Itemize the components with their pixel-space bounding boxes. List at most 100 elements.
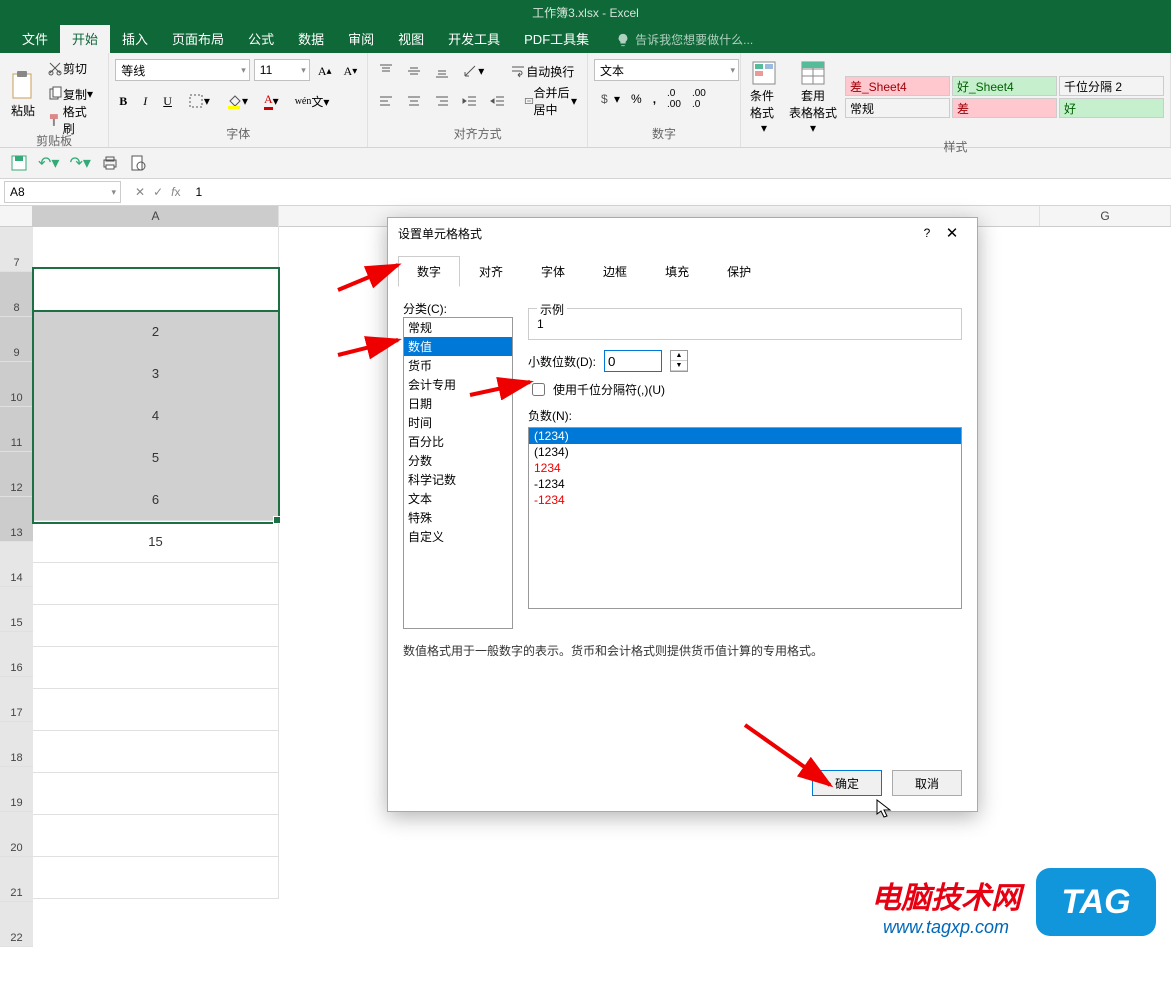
select-all-corner[interactable] (0, 206, 33, 227)
row-header-18[interactable]: 18 (0, 722, 33, 767)
shrink-font-button[interactable]: A▾ (340, 59, 362, 83)
cell-a7[interactable] (33, 226, 279, 269)
row-header-13[interactable]: 13 (0, 497, 33, 542)
align-right-button[interactable] (430, 89, 454, 113)
fill-color-button[interactable]: ▾ (222, 89, 252, 113)
font-size-combo[interactable]: 11 (254, 59, 310, 81)
formula-input[interactable]: 1 (190, 185, 1171, 199)
cell-a10[interactable]: 3 (33, 352, 279, 395)
undo-button[interactable]: ↶▾ (38, 153, 59, 173)
decimal-spinner[interactable]: ▲▼ (670, 350, 688, 372)
italic-button[interactable]: I (139, 89, 151, 113)
enter-formula-icon[interactable]: ✓ (153, 185, 163, 199)
tab-dev[interactable]: 开发工具 (436, 24, 512, 53)
cat-time[interactable]: 时间 (404, 413, 512, 432)
cell-a22[interactable] (33, 856, 279, 899)
neg-listbox[interactable]: (1234)(1234)1234-1234-1234 (528, 427, 962, 609)
fx-icon[interactable]: fx (171, 185, 180, 199)
print-icon[interactable] (101, 154, 119, 172)
paste-button[interactable]: 粘贴 (6, 67, 40, 122)
row-header-12[interactable]: 12 (0, 452, 33, 497)
row-header-20[interactable]: 20 (0, 812, 33, 857)
number-format-combo[interactable]: 文本 (594, 59, 739, 81)
cat-general[interactable]: 常规 (404, 318, 512, 337)
cut-button[interactable]: 剪切 (43, 56, 102, 80)
cell-a14[interactable]: 15 (33, 520, 279, 563)
name-box[interactable]: A8 (4, 181, 121, 203)
cond-format-button[interactable]: 条件格式▾ (747, 56, 781, 138)
indent-dec-button[interactable] (458, 89, 482, 113)
row-header-14[interactable]: 14 (0, 542, 33, 587)
cell-a17[interactable] (33, 646, 279, 689)
neg-item-1[interactable]: (1234) (529, 444, 961, 460)
cell-a15[interactable] (33, 562, 279, 605)
style-bad[interactable]: 差_Sheet4 (845, 76, 950, 96)
thousand-checkbox[interactable] (532, 383, 545, 396)
cell-a9[interactable]: 2 (33, 310, 279, 353)
cat-special[interactable]: 特殊 (404, 508, 512, 527)
row-header-7[interactable]: 7 (0, 227, 33, 272)
percent-button[interactable]: % (627, 87, 646, 111)
comma-button[interactable]: , (649, 87, 660, 111)
row-header-21[interactable]: 21 (0, 857, 33, 902)
orientation-button[interactable]: ▾ (458, 59, 488, 83)
underline-button[interactable]: U (159, 89, 176, 113)
style-normal[interactable]: 常规 (845, 98, 950, 118)
dialog-tab-border[interactable]: 边框 (584, 256, 646, 287)
row-header-8[interactable]: 8 (0, 272, 33, 317)
indent-inc-button[interactable] (486, 89, 510, 113)
cat-scientific[interactable]: 科学记数 (404, 470, 512, 489)
wrap-button[interactable]: 自动换行 (506, 59, 578, 83)
preview-icon[interactable] (129, 154, 147, 172)
cat-date[interactable]: 日期 (404, 394, 512, 413)
tab-file[interactable]: 文件 (10, 24, 60, 53)
decimal-input[interactable] (604, 350, 662, 372)
category-listbox[interactable]: 常规 数值 货币 会计专用 日期 时间 百分比 分数 科学记数 文本 特殊 自定… (403, 317, 513, 629)
col-header-a[interactable]: A (33, 206, 279, 226)
tab-view[interactable]: 视图 (386, 24, 436, 53)
row-header-16[interactable]: 16 (0, 632, 33, 677)
dialog-help-button[interactable]: ? (917, 226, 937, 240)
tell-me[interactable]: 告诉我您想要做什么... (616, 31, 753, 53)
row-header-10[interactable]: 10 (0, 362, 33, 407)
row-header-15[interactable]: 15 (0, 587, 33, 632)
fill-handle[interactable] (273, 516, 281, 524)
row-header-11[interactable]: 11 (0, 407, 33, 452)
grow-font-button[interactable]: A▴ (314, 59, 336, 83)
cat-text[interactable]: 文本 (404, 489, 512, 508)
row-header-22[interactable]: 22 (0, 902, 33, 947)
cell-a16[interactable] (33, 604, 279, 647)
row-header-17[interactable]: 17 (0, 677, 33, 722)
align-top-button[interactable] (374, 59, 398, 83)
dialog-tab-number[interactable]: 数字 (398, 256, 460, 287)
neg-item-3[interactable]: -1234 (529, 476, 961, 492)
cancel-formula-icon[interactable]: ✕ (135, 185, 145, 199)
dialog-tab-fill[interactable]: 填充 (646, 256, 708, 287)
cat-fraction[interactable]: 分数 (404, 451, 512, 470)
cell-a21[interactable] (33, 814, 279, 857)
cancel-button[interactable]: 取消 (892, 770, 962, 796)
font-color-button[interactable]: A▾ (260, 89, 283, 113)
align-left-button[interactable] (374, 89, 398, 113)
cat-custom[interactable]: 自定义 (404, 527, 512, 546)
align-middle-button[interactable] (402, 59, 426, 83)
tab-review[interactable]: 审阅 (336, 24, 386, 53)
dialog-tab-align[interactable]: 对齐 (460, 256, 522, 287)
row-header-19[interactable]: 19 (0, 767, 33, 812)
cell-a12[interactable]: 5 (33, 436, 279, 479)
painter-button[interactable]: 格式刷 (43, 108, 102, 132)
cat-currency[interactable]: 货币 (404, 356, 512, 375)
cell-a18[interactable] (33, 688, 279, 731)
neg-item-4[interactable]: -1234 (529, 492, 961, 508)
cat-accounting[interactable]: 会计专用 (404, 375, 512, 394)
neg-item-0[interactable]: (1234) (529, 428, 961, 444)
cell-a13[interactable]: 6 (33, 478, 279, 521)
style-good2[interactable]: 好 (1059, 98, 1164, 118)
bold-button[interactable]: B (115, 89, 131, 113)
table-format-button[interactable]: 套用 表格格式▾ (786, 56, 840, 138)
dialog-tab-protect[interactable]: 保护 (708, 256, 770, 287)
tab-home[interactable]: 开始 (60, 24, 110, 53)
style-good[interactable]: 好_Sheet4 (952, 76, 1057, 96)
tab-layout[interactable]: 页面布局 (160, 24, 236, 53)
neg-item-2[interactable]: 1234 (529, 460, 961, 476)
